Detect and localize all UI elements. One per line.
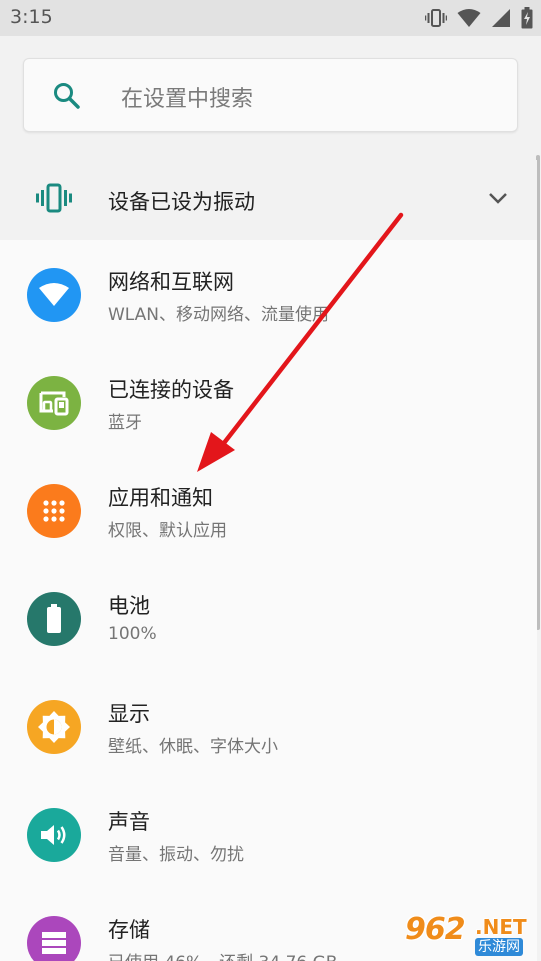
settings-item-display[interactable]: 显示 壁纸、休眠、字体大小 xyxy=(0,672,537,780)
settings-item-title: 电池 xyxy=(108,594,150,618)
settings-item-title: 声音 xyxy=(108,810,150,834)
wifi-icon xyxy=(27,268,81,322)
settings-item-subtitle: 已使用 46% - 还剩 34.76 GB xyxy=(108,948,337,961)
condition-card-vibrate[interactable]: 设备已设为振动 xyxy=(0,160,537,240)
search-bar[interactable]: 在设置中搜索 xyxy=(23,58,518,132)
battery-charging-icon xyxy=(521,7,533,29)
signal-icon xyxy=(491,8,511,28)
settings-item-apps-notifications[interactable]: 应用和通知 权限、默认应用 xyxy=(0,456,537,564)
watermark-logo: 962 .NET 乐游网 xyxy=(401,912,537,958)
chevron-down-icon[interactable] xyxy=(487,190,509,209)
storage-icon xyxy=(27,916,81,961)
settings-item-title: 显示 xyxy=(108,702,150,726)
settings-item-battery[interactable]: 电池 100% xyxy=(0,564,537,672)
settings-item-subtitle: 音量、振动、勿扰 xyxy=(108,845,244,865)
search-input[interactable]: 在设置中搜索 xyxy=(121,81,253,113)
settings-item-connected-devices[interactable]: 已连接的设备 蓝牙 xyxy=(0,348,537,456)
watermark-digits: 962 xyxy=(405,912,466,947)
settings-item-title: 应用和通知 xyxy=(108,486,213,510)
volume-icon xyxy=(27,808,81,862)
wifi-icon xyxy=(457,8,481,28)
settings-item-title: 存储 xyxy=(108,918,150,942)
vibrate-icon xyxy=(425,8,447,28)
status-icons xyxy=(425,7,533,29)
devices-icon xyxy=(27,376,81,430)
brightness-icon xyxy=(27,700,81,754)
settings-item-subtitle: 100% xyxy=(108,624,157,644)
condition-label: 设备已设为振动 xyxy=(108,190,255,214)
status-bar: 3:15 xyxy=(0,0,541,36)
watermark-domain: .NET xyxy=(475,915,527,939)
settings-item-network[interactable]: 网络和互联网 WLAN、移动网络、流量使用 xyxy=(0,240,537,348)
settings-item-subtitle: WLAN、移动网络、流量使用 xyxy=(108,305,330,325)
settings-item-title: 已连接的设备 xyxy=(108,378,234,402)
battery-icon xyxy=(27,592,81,646)
vibrate-icon xyxy=(36,180,72,220)
settings-item-sound[interactable]: 声音 音量、振动、勿扰 xyxy=(0,780,537,888)
settings-item-subtitle: 壁纸、休眠、字体大小 xyxy=(108,737,278,757)
settings-item-title: 网络和互联网 xyxy=(108,270,234,294)
apps-grid-icon xyxy=(27,484,81,538)
status-time: 3:15 xyxy=(10,6,53,28)
settings-list: 网络和互联网 WLAN、移动网络、流量使用 已连接的设备 蓝牙 应用和通知 权限… xyxy=(0,240,537,961)
search-icon[interactable] xyxy=(52,81,82,115)
settings-item-subtitle: 权限、默认应用 xyxy=(108,521,227,541)
watermark-site-name: 乐游网 xyxy=(475,938,523,956)
settings-item-subtitle: 蓝牙 xyxy=(108,413,142,433)
